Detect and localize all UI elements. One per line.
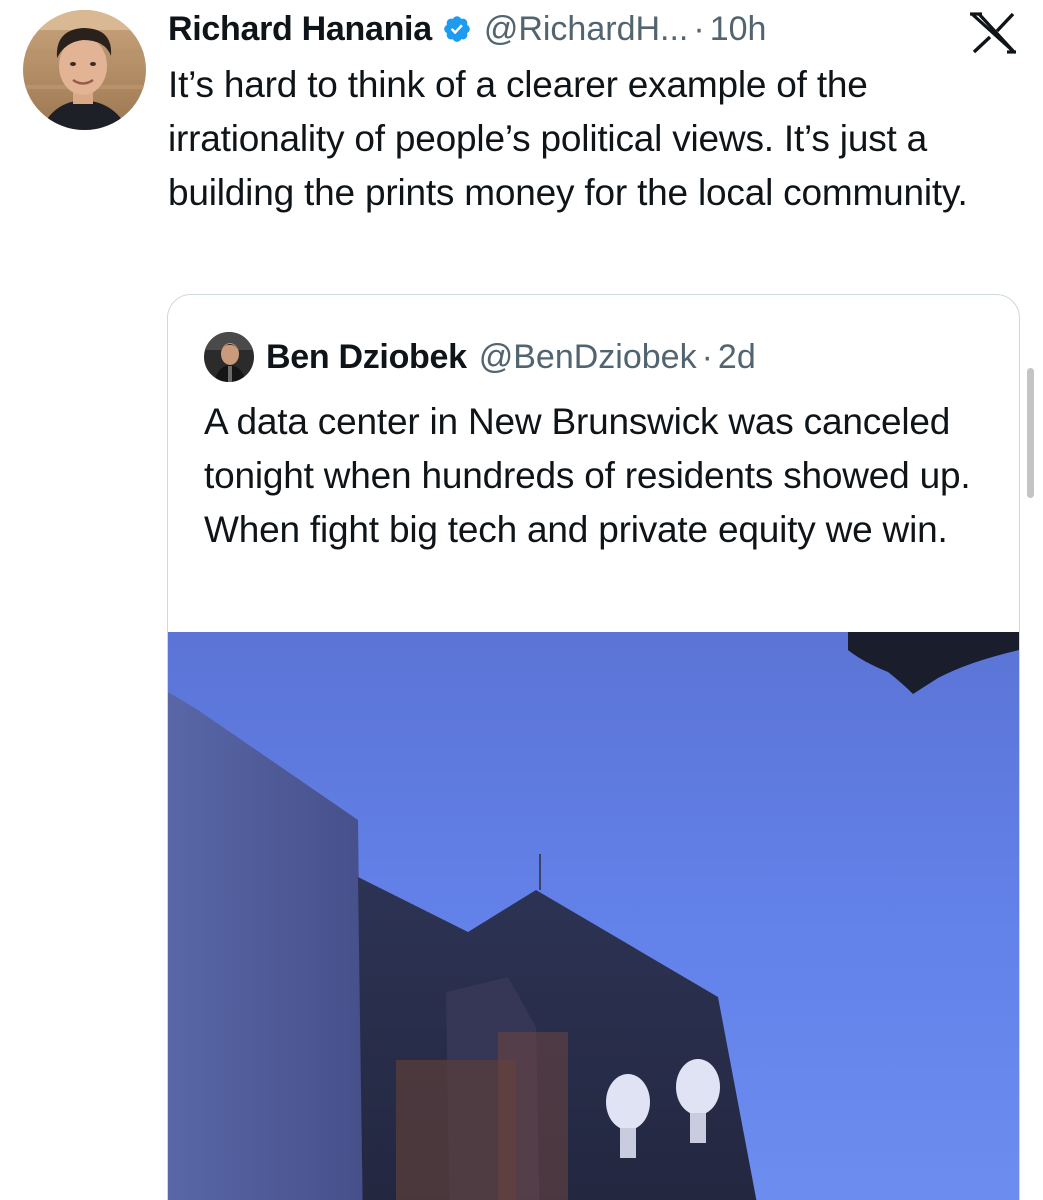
quoted-tweet-header: Ben Dziobek @BenDziobek · 2d — [204, 331, 756, 383]
quoted-author-name: Ben Dziobek — [266, 337, 467, 376]
scrollbar-thumb[interactable] — [1027, 368, 1034, 498]
tweet-timestamp[interactable]: 10h — [710, 10, 767, 49]
verified-badge-icon — [442, 14, 472, 44]
quoted-author-handle: @BenDziobek — [478, 337, 697, 376]
author-handle[interactable]: @RichardH... — [484, 10, 689, 49]
author-avatar[interactable] — [23, 10, 146, 130]
quoted-tweet-video[interactable] — [168, 632, 1019, 1200]
author-name[interactable]: Richard Hanania — [168, 10, 432, 49]
quoted-tweet-card[interactable]: Ben Dziobek @BenDziobek · 2d A data cent… — [167, 294, 1020, 1200]
video-frame — [168, 632, 1019, 1200]
quoted-separator-dot: · — [701, 337, 713, 376]
tweet-header: Richard Hanania @RichardH... · 10h — [168, 6, 766, 52]
tweet-text: It’s hard to think of a clearer example … — [168, 64, 968, 213]
tweet-view: Richard Hanania @RichardH... · 10h It’s … — [0, 0, 1043, 1200]
author-avatar-image — [23, 10, 146, 130]
separator-dot: · — [693, 9, 705, 48]
quoted-author-avatar — [204, 332, 254, 382]
quoted-tweet-text: A data center in New Brunswick was cance… — [204, 401, 971, 550]
x-logo-icon[interactable] — [968, 12, 1018, 54]
quoted-tweet-timestamp: 2d — [717, 337, 756, 376]
